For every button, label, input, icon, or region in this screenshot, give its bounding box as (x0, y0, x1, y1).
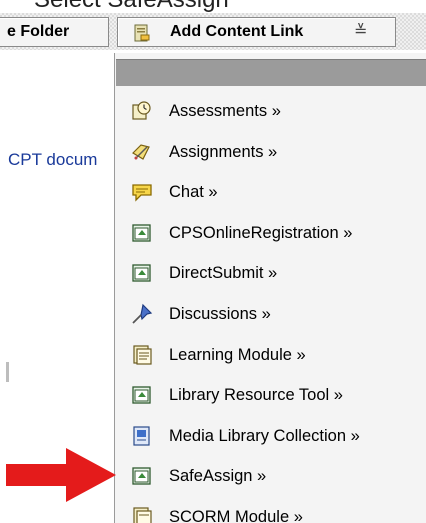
menu-item-label: DirectSubmit » (169, 264, 278, 283)
menu-item-label: Assessments » (169, 102, 281, 120)
menu-list: Assessments » Assignments » Chat » CPSOn… (115, 89, 426, 523)
chat-icon (132, 184, 152, 202)
tool-icon (132, 386, 151, 404)
menu-item-safeassign[interactable]: SafeAssign » (115, 454, 426, 495)
menu-item-assignments[interactable]: Assignments » (115, 130, 426, 171)
menu-item-label: CPSOnlineRegistration » (169, 223, 353, 242)
menu-item-media-library-collection[interactable]: Media Library Collection » (115, 414, 426, 455)
left-edge-mark (6, 362, 9, 382)
menu-item-label: Assignments » (169, 142, 278, 161)
menu-item-directsubmit[interactable]: DirectSubmit » (115, 251, 426, 292)
media-library-icon (133, 426, 150, 446)
dropdown-toggle-icon[interactable]: ≚ (354, 18, 367, 46)
discussion-pin-icon (132, 303, 153, 324)
red-arrow-icon (6, 448, 116, 502)
menu-item-label: Media Library Collection » (169, 426, 360, 445)
add-content-link-menu: Assessments » Assignments » Chat » CPSOn… (114, 53, 426, 523)
top-text: Select SafeAssign (34, 0, 229, 14)
scorm-icon (133, 507, 152, 523)
add-content-link-button[interactable]: Add Content Link ≚ (117, 17, 396, 47)
menu-item-label: Learning Module » (169, 345, 306, 364)
menu-item-label: Chat » (169, 183, 218, 202)
tool-icon (132, 467, 151, 485)
folder-button[interactable]: e Folder (0, 17, 109, 47)
tool-icon (132, 224, 151, 242)
assessment-icon (132, 101, 151, 120)
add-content-link-label: Add Content Link (170, 23, 304, 40)
menu-item-label: SCORM Module » (169, 507, 303, 523)
menu-item-cpsonlineregistration[interactable]: CPSOnlineRegistration » (115, 211, 426, 252)
menu-item-learning-module[interactable]: Learning Module » (115, 333, 426, 374)
menu-item-label: SafeAssign » (169, 467, 267, 486)
tool-icon (132, 264, 151, 283)
menu-item-library-resource-tool[interactable]: Library Resource Tool » (115, 373, 426, 414)
assignment-icon (132, 143, 150, 160)
menu-item-label: Library Resource Tool » (169, 386, 343, 405)
menu-item-scorm-module[interactable]: SCORM Module » (115, 495, 426, 523)
menu-item-label: Discussions » (169, 304, 271, 323)
menu-item-chat[interactable]: Chat » (115, 170, 426, 211)
add-content-link-icon (134, 24, 150, 42)
learning-module-icon (133, 344, 152, 365)
menu-item-discussions[interactable]: Discussions » (115, 292, 426, 333)
document-link[interactable]: CPT docum (8, 150, 97, 170)
menu-item-assessments[interactable]: Assessments » (115, 89, 426, 130)
folder-button-label: e Folder (7, 23, 70, 40)
menu-header-bar (116, 59, 426, 86)
